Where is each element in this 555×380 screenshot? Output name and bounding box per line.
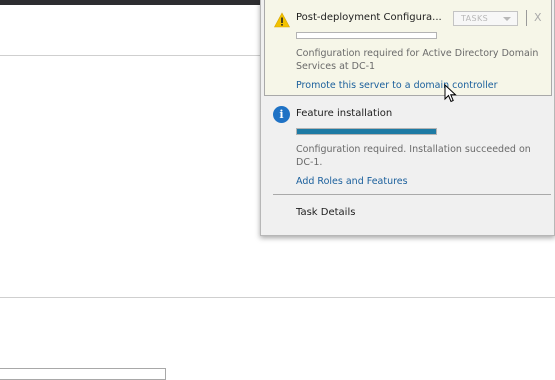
notifications-flyout: Post-deployment Configura... TASKS X Con… bbox=[260, 0, 555, 236]
add-roles-and-features-link[interactable]: Add Roles and Features bbox=[296, 176, 408, 187]
info-icon: i bbox=[273, 106, 290, 123]
tasks-dropdown-button[interactable]: TASKS bbox=[453, 11, 518, 26]
tasks-label: TASKS bbox=[461, 14, 489, 23]
cursor-icon bbox=[444, 84, 457, 103]
divider bbox=[273, 194, 551, 195]
separator bbox=[526, 10, 527, 26]
text-field[interactable] bbox=[0, 368, 166, 380]
notification-title: Post-deployment Configura... bbox=[296, 12, 442, 23]
progress-fill bbox=[297, 129, 436, 134]
notification-description: Configuration required. Installation suc… bbox=[296, 144, 531, 168]
divider-line bbox=[0, 297, 555, 298]
progress-bar bbox=[296, 128, 437, 135]
task-details-link[interactable]: Task Details bbox=[296, 207, 355, 218]
promote-domain-controller-link[interactable]: Promote this server to a domain controll… bbox=[296, 80, 498, 91]
progress-bar bbox=[296, 32, 437, 39]
chevron-down-icon bbox=[503, 17, 511, 21]
notification-title: Feature installation bbox=[296, 108, 393, 119]
close-icon[interactable]: X bbox=[534, 11, 542, 24]
warning-icon bbox=[274, 12, 290, 28]
divider-line bbox=[0, 55, 262, 56]
notification-description: Configuration required for Active Direct… bbox=[296, 48, 539, 72]
